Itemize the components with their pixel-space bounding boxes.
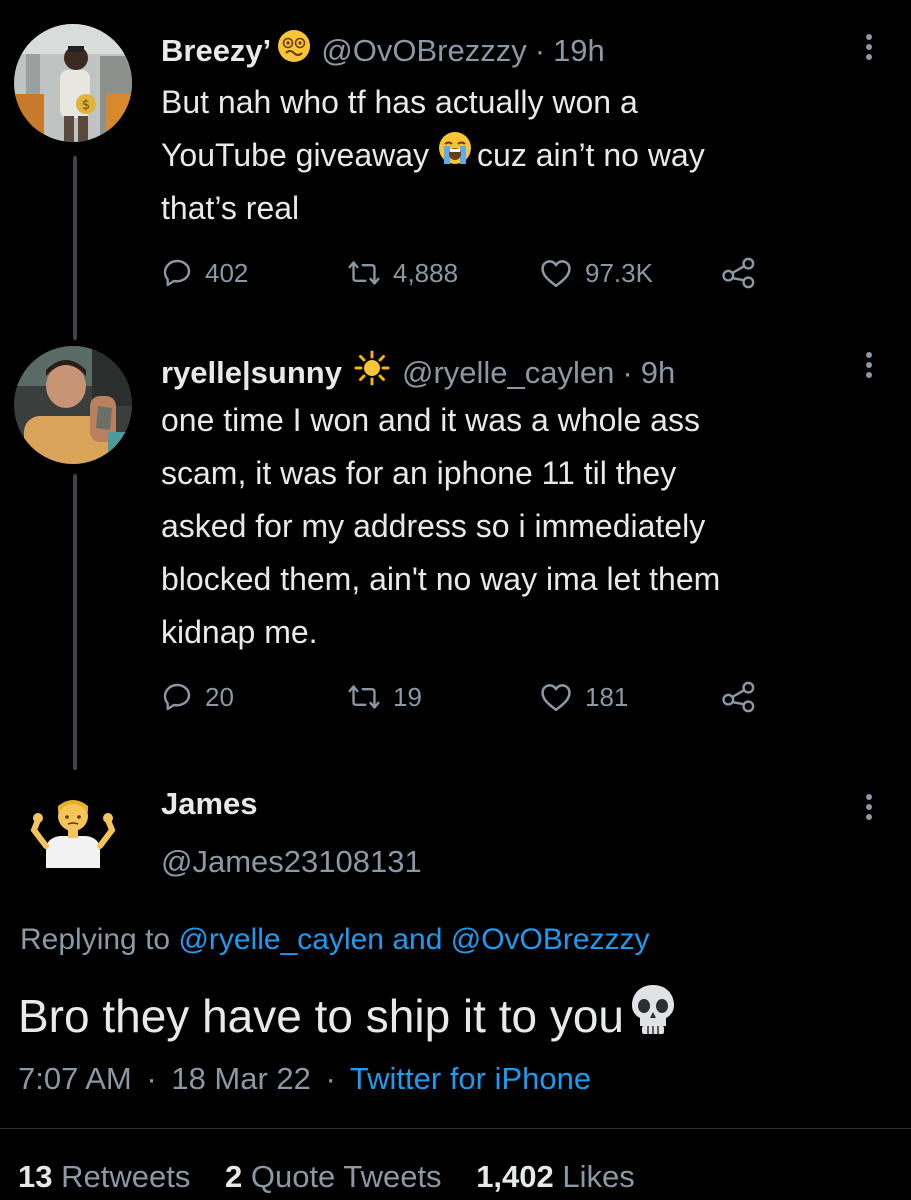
- handle[interactable]: @James23108131: [161, 842, 422, 882]
- retweet-icon: [347, 257, 381, 289]
- retweets-count: 13: [18, 1159, 53, 1194]
- separator: ·: [325, 1061, 336, 1096]
- tweet-text: Bro they have to ship it to you: [18, 982, 678, 1050]
- tweet-source-link[interactable]: Twitter for iPhone: [350, 1061, 591, 1096]
- retweets-stat[interactable]: 13 Retweets: [18, 1159, 190, 1194]
- reply-icon: [161, 257, 193, 289]
- skull-emoji: [628, 982, 678, 1050]
- tweet-actions: 20 19 181: [161, 677, 781, 717]
- retweet-count: 19: [393, 681, 422, 712]
- replying-to: Replying to @ryelle_caylen and @OvOBrezz…: [20, 918, 650, 962]
- reply-handle-link[interactable]: @OvOBrezzzy: [451, 923, 650, 956]
- tweet-text-line: kidnap me.: [161, 614, 318, 650]
- tweet-header: Breezy’ @OvOBrezzzy · 19h: [161, 29, 605, 73]
- separator: ·: [622, 355, 633, 390]
- person-shrugging-emoji: [28, 790, 118, 880]
- more-vertical-icon[interactable]: [864, 34, 874, 64]
- share-button[interactable]: [721, 253, 757, 293]
- reply-button[interactable]: 20: [161, 677, 234, 717]
- tweet-text-fragment: cuz ain’t no way: [477, 137, 705, 173]
- avatar[interactable]: [28, 790, 118, 880]
- tweet-text-line: one time I won and it was a whole ass: [161, 402, 700, 438]
- tweet-text-line: blocked them, ain't no way ima let them: [161, 561, 721, 597]
- divider: [0, 1128, 911, 1129]
- like-count: 97.3K: [585, 257, 653, 288]
- tweet-meta: 7:07 AM · 18 Mar 22 · Twitter for iPhone: [18, 1057, 591, 1101]
- tweet-text-fragment: YouTube giveaway: [161, 137, 430, 173]
- timestamp[interactable]: 9h: [641, 353, 675, 393]
- sun-emoji: [354, 350, 390, 396]
- handle[interactable]: @OvOBrezzzy: [321, 31, 526, 71]
- reply-button[interactable]: 402: [161, 253, 248, 293]
- display-name[interactable]: James: [161, 784, 258, 824]
- likes-stat[interactable]: 1,402 Likes: [476, 1159, 635, 1194]
- tweet-stats: 13 Retweets 2 Quote Tweets 1,402 Likes: [18, 1155, 661, 1199]
- timestamp[interactable]: 19h: [553, 31, 605, 71]
- more-vertical-icon[interactable]: [864, 794, 874, 824]
- like-button[interactable]: 181: [539, 677, 628, 717]
- share-button[interactable]: [721, 677, 757, 717]
- woozy-face-emoji: [277, 29, 311, 73]
- likes-count: 1,402: [476, 1159, 554, 1194]
- thread-connector: [73, 474, 77, 770]
- tweet-text-line: YouTube giveaway cuz ain’t no way: [161, 129, 705, 182]
- quote-tweets-stat[interactable]: 2 Quote Tweets: [225, 1159, 442, 1194]
- replying-prefix: Replying to: [20, 923, 171, 956]
- likes-label: Likes: [562, 1159, 635, 1194]
- tweet-text-line: asked for my address so i immediately: [161, 508, 706, 544]
- handle[interactable]: @ryelle_caylen: [402, 353, 614, 393]
- reply-and: and: [392, 923, 443, 956]
- share-icon: [721, 681, 757, 713]
- avatar[interactable]: $: [14, 24, 132, 142]
- separator: ·: [146, 1061, 157, 1096]
- tweet-time[interactable]: 7:07 AM: [18, 1061, 132, 1096]
- retweet-icon: [347, 681, 381, 713]
- tweet-date[interactable]: 18 Mar 22: [171, 1061, 311, 1096]
- quotes-label: Quote Tweets: [250, 1159, 442, 1194]
- reply-icon: [161, 681, 193, 713]
- reply-count: 402: [205, 257, 249, 288]
- retweet-button[interactable]: 19: [347, 677, 422, 717]
- tweet-text: one time I won and it was a whole ass sc…: [161, 394, 720, 659]
- display-name[interactable]: Breezy’: [161, 31, 271, 71]
- tweet-text-fragment: Bro they have to ship it to you: [18, 990, 625, 1042]
- avatar[interactable]: [14, 346, 132, 464]
- retweets-label: Retweets: [61, 1159, 191, 1194]
- separator: ·: [534, 33, 546, 68]
- display-name[interactable]: ryelle|sunny: [161, 353, 342, 393]
- tweet-text: But nah who tf has actually won a YouTub…: [161, 76, 705, 235]
- retweet-button[interactable]: 4,888: [347, 253, 458, 293]
- tweet-actions: 402 4,888 97.3K: [161, 253, 781, 293]
- reply-count: 20: [205, 681, 234, 712]
- like-button[interactable]: 97.3K: [539, 253, 653, 293]
- share-icon: [721, 257, 757, 289]
- like-count: 181: [585, 681, 629, 712]
- thread-connector: [73, 156, 77, 340]
- quotes-count: 2: [224, 1159, 243, 1194]
- tweet-header: ryelle|sunny @ryelle_caylen · 9h: [161, 350, 675, 396]
- retweet-count: 4,888: [393, 257, 459, 288]
- tweet-text-line: scam, it was for an iphone 11 til they: [161, 455, 677, 491]
- more-vertical-icon[interactable]: [864, 352, 874, 382]
- heart-icon: [539, 681, 573, 713]
- svg-text:$: $: [82, 98, 90, 113]
- heart-icon: [539, 257, 573, 289]
- tweet-text-line: that’s real: [161, 190, 300, 226]
- reply-handle-link[interactable]: @ryelle_caylen: [178, 923, 384, 956]
- tweet-text-line: But nah who tf has actually won a: [161, 84, 638, 120]
- loudly-crying-face-emoji: [437, 129, 473, 182]
